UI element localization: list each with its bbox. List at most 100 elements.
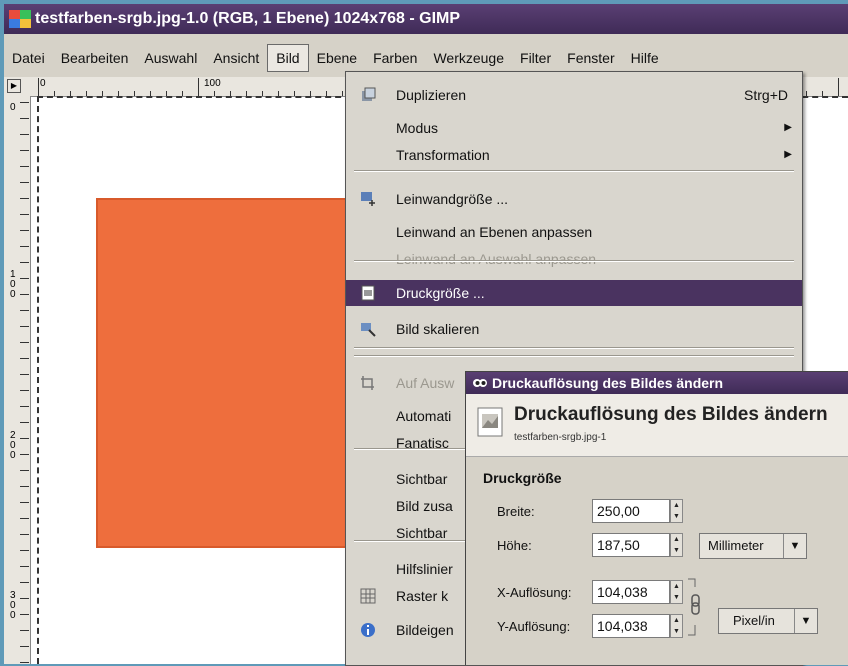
bild-menu-item[interactable]: Leinwand an Ebenen anpassen	[346, 219, 802, 245]
ruler-tick	[20, 630, 29, 631]
ruler-tick	[20, 582, 29, 583]
bild-menu-item-label: Modus	[396, 120, 439, 136]
menu-fenster[interactable]: Fenster	[559, 44, 622, 72]
ruler-tick	[20, 518, 29, 519]
bild-menu-item[interactable]: Druckgröße ...	[346, 280, 802, 306]
menu-ebene[interactable]: Ebene	[309, 44, 365, 72]
dialog-header: Druckauflösung des Bildes ändern testfar…	[466, 394, 848, 457]
bild-menu-item-label: Auf Ausw	[396, 375, 455, 391]
xres-spinner[interactable]: ▲ ▼	[670, 580, 683, 604]
height-label: Höhe:	[497, 538, 532, 553]
ruler-tick	[20, 662, 29, 663]
vertical-ruler[interactable]: 0 1 0 0 2 0 0 3 0 0	[4, 96, 31, 664]
ruler-tick	[20, 246, 29, 247]
bild-menu-item-label: Druckgröße ...	[396, 285, 485, 301]
height-input[interactable]: 187,50	[592, 533, 670, 557]
bild-menu-item-label: Leinwand an Auswahl anpassen	[396, 251, 597, 267]
menu-auswahl[interactable]: Auswahl	[136, 44, 205, 72]
dialog-title-bar[interactable]: Druckauflösung des Bildes ändern	[466, 372, 848, 394]
menu-datei[interactable]: Datei	[4, 44, 53, 72]
bild-menu-item-label: Duplizieren	[396, 87, 467, 103]
width-label: Breite:	[497, 504, 535, 519]
bild-menu-item-label: Bild zusa	[396, 498, 453, 514]
ruler-corner-icon[interactable]: ▶	[7, 79, 21, 93]
ruler-tick	[20, 406, 29, 407]
menu-separator	[354, 355, 794, 357]
print-size-icon	[361, 285, 375, 301]
ruler-tick	[20, 486, 29, 487]
unit-select[interactable]: Millimeter ▼	[699, 533, 807, 559]
ruler-tick	[20, 294, 29, 295]
bild-menu-item-label: Bild skalieren	[396, 321, 480, 337]
ruler-tick	[20, 118, 29, 119]
ruler-label-100-v: 1 0 0	[10, 269, 16, 300]
height-spinner[interactable]: ▲ ▼	[670, 533, 683, 557]
ruler-tick	[20, 230, 29, 231]
ruler-tick	[20, 646, 29, 647]
ruler-label-200-v: 2 0 0	[10, 430, 16, 461]
ruler-tick	[20, 454, 29, 455]
menu-bild[interactable]: Bild	[267, 44, 309, 72]
image-boundary-left	[37, 96, 39, 664]
dialog-header-subtitle: testfarben-srgb.jpg-1	[514, 432, 607, 443]
wilber-eyes-icon	[473, 379, 487, 387]
crop-icon	[361, 376, 374, 390]
ruler-tick	[20, 422, 29, 423]
ruler-tick	[20, 550, 29, 551]
canvas-size-icon	[361, 192, 375, 206]
ruler-tick	[20, 262, 29, 263]
ruler-label-300-v: 3 0 0	[10, 590, 16, 621]
yres-input[interactable]: 104,038	[592, 614, 670, 638]
bild-menu-item[interactable]: Leinwandgröße ...	[346, 186, 802, 212]
submenu-arrow-icon: ▶	[784, 149, 792, 160]
dialog-header-title: Druckauflösung des Bildes ändern	[514, 404, 828, 425]
ruler-tick	[38, 78, 39, 96]
scale-icon	[361, 323, 376, 337]
yres-label: Y-Auflösung:	[497, 619, 571, 634]
ruler-tick	[20, 326, 29, 327]
info-icon	[361, 623, 375, 637]
bild-menu-item[interactable]: Transformation ▶	[346, 142, 802, 168]
section-print-size: Druckgröße	[483, 470, 562, 486]
chevron-down-icon: ▼	[783, 534, 806, 558]
width-spinner[interactable]: ▲ ▼	[670, 499, 683, 523]
bild-menu-item[interactable]: Duplizieren Strg+D	[346, 82, 802, 108]
menu-bar: Datei Bearbeiten Auswahl Ansicht Bild Ebene Fa…	[4, 44, 848, 72]
yres-spinner[interactable]: ▲ ▼	[670, 614, 683, 638]
ruler-tick	[20, 102, 29, 103]
ruler-tick	[20, 358, 29, 359]
bild-menu-item[interactable]: Bild skalieren	[346, 316, 802, 342]
ruler-tick	[20, 166, 29, 167]
bild-menu-item-label: Bildeigen	[396, 622, 454, 638]
bild-menu-item: Leinwand an Auswahl anpassen	[346, 246, 802, 272]
chain-link-icon[interactable]	[686, 577, 704, 637]
menu-separator	[354, 170, 794, 172]
duplicate-icon	[362, 87, 376, 101]
resolution-unit-value: Pixel/in	[733, 613, 775, 628]
menu-werkzeuge[interactable]: Werkzeuge	[425, 44, 512, 72]
bild-menu-item[interactable]: Modus ▶	[346, 115, 802, 141]
bild-menu-item-label: Transformation	[396, 147, 490, 163]
ruler-label-0: 0	[40, 78, 46, 89]
menu-hilfe[interactable]: Hilfe	[623, 44, 667, 72]
menu-filter[interactable]: Filter	[512, 44, 559, 72]
unit-select-value: Millimeter	[708, 538, 764, 553]
ruler-tick	[20, 134, 29, 135]
width-input[interactable]: 250,00	[592, 499, 670, 523]
ruler-tick	[20, 182, 29, 183]
ruler-tick	[20, 198, 29, 199]
ruler-tick	[20, 310, 29, 311]
ruler-tick	[20, 438, 29, 439]
ruler-tick	[20, 566, 29, 567]
bild-menu-item-label: Sichtbar	[396, 471, 448, 487]
menu-farben[interactable]: Farben	[365, 44, 425, 72]
grid-icon	[360, 588, 376, 604]
menu-ansicht[interactable]: Ansicht	[205, 44, 267, 72]
menu-bearbeiten[interactable]: Bearbeiten	[53, 44, 137, 72]
xres-input[interactable]: 104,038	[592, 580, 670, 604]
bild-menu-item-label: Automati	[396, 408, 452, 424]
ruler-label-100: 100	[204, 78, 221, 89]
gimp-app-icon	[9, 10, 31, 28]
resolution-unit-select[interactable]: Pixel/in ▼	[718, 608, 818, 634]
ruler-tick	[20, 374, 29, 375]
